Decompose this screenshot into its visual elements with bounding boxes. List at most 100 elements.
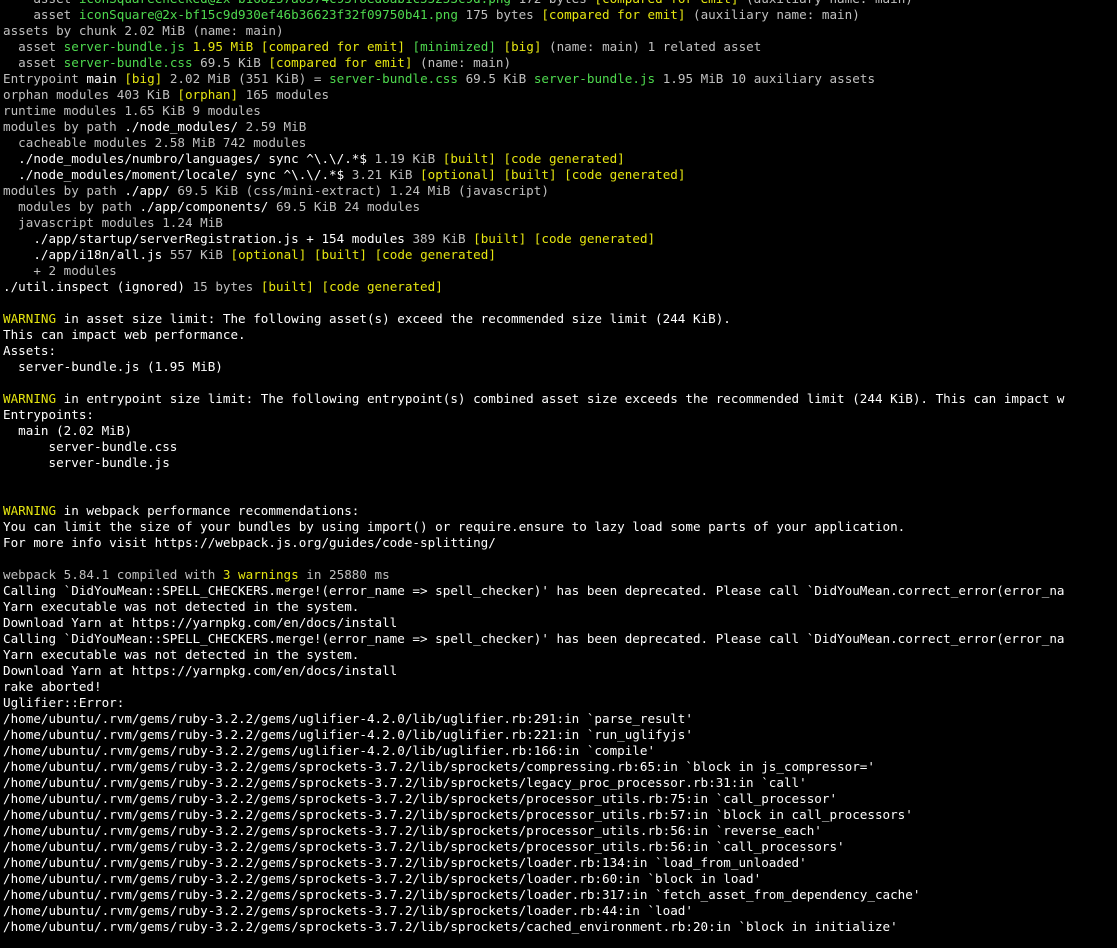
- terminal-text: server-bundle.css: [63, 55, 193, 70]
- terminal-line: /home/ubuntu/.rvm/gems/ruby-3.2.2/gems/s…: [3, 839, 1117, 855]
- terminal-line: /home/ubuntu/.rvm/gems/ruby-3.2.2/gems/u…: [3, 711, 1117, 727]
- terminal-text: ./node_modules/numbro/languages/ sync ^\…: [18, 151, 367, 166]
- terminal-line: assets by chunk 2.02 MiB (name: main): [3, 23, 1117, 39]
- terminal-text: javascript modules 1.24 MiB: [3, 215, 223, 230]
- terminal-text: Calling `DidYouMean::SPELL_CHECKERS.merg…: [3, 583, 1065, 598]
- terminal-line: For more info visit https://webpack.js.o…: [3, 535, 1117, 551]
- terminal-output[interactable]: asset iconSquareChecked@2x-b168257a0574c…: [3, 0, 1117, 935]
- terminal-line: ./node_modules/moment/locale/ sync ^\.\/…: [3, 167, 1117, 183]
- terminal-text: [code generated]: [533, 231, 656, 246]
- terminal-text: 165 modules: [238, 87, 330, 102]
- terminal-text: 1.19 KiB: [366, 151, 443, 166]
- terminal-text: For more info visit https://webpack.js.o…: [3, 535, 496, 550]
- terminal-line: runtime modules 1.65 KiB 9 modules: [3, 103, 1117, 119]
- terminal-text: server-bundle.js (1.95 MiB): [3, 359, 223, 374]
- terminal-text: in webpack performance recommendations:: [56, 503, 360, 518]
- terminal-text: rake aborted!: [3, 679, 102, 694]
- terminal-line: server-bundle.js (1.95 MiB): [3, 359, 1117, 375]
- terminal-text: /home/ubuntu/.rvm/gems/ruby-3.2.2/gems/s…: [3, 807, 913, 822]
- terminal-line: Calling `DidYouMean::SPELL_CHECKERS.merg…: [3, 631, 1117, 647]
- terminal-line: Download Yarn at https://yarnpkg.com/en/…: [3, 615, 1117, 631]
- terminal-text: modules by path: [3, 183, 125, 198]
- terminal-line: modules by path ./node_modules/ 2.59 MiB: [3, 119, 1117, 135]
- terminal-text: Yarn executable was not detected in the …: [3, 647, 360, 662]
- terminal-text: webpack 5.84.1 compiled with: [3, 567, 223, 582]
- terminal-text: /home/ubuntu/.rvm/gems/ruby-3.2.2/gems/s…: [3, 759, 875, 774]
- terminal-text: in entrypoint size limit: The following …: [56, 391, 1065, 406]
- terminal-text: asset: [3, 7, 79, 22]
- terminal-text: [optional]: [230, 247, 307, 262]
- terminal-line: WARNING in entrypoint size limit: The fo…: [3, 391, 1117, 407]
- terminal-text: ./node_modules/: [124, 119, 239, 134]
- terminal-line: + 2 modules: [3, 263, 1117, 279]
- terminal-line: /home/ubuntu/.rvm/gems/ruby-3.2.2/gems/u…: [3, 727, 1117, 743]
- terminal-text: in 25880 ms: [298, 567, 390, 582]
- terminal-text: /home/ubuntu/.rvm/gems/ruby-3.2.2/gems/s…: [3, 823, 822, 838]
- terminal-line: /home/ubuntu/.rvm/gems/ruby-3.2.2/gems/s…: [3, 775, 1117, 791]
- terminal-text: This can impact web performance.: [3, 327, 246, 342]
- terminal-line: /home/ubuntu/.rvm/gems/ruby-3.2.2/gems/u…: [3, 743, 1117, 759]
- terminal-text: 69.5 KiB (css/mini-extract) 1.24 MiB (ja…: [169, 183, 549, 198]
- terminal-text: [compared for emit]: [268, 55, 413, 70]
- terminal-text: Assets:: [3, 343, 57, 358]
- terminal-text: asset: [3, 0, 79, 6]
- terminal-line: main (2.02 MiB): [3, 423, 1117, 439]
- terminal-text: 3 warnings: [222, 567, 299, 582]
- terminal-text: server-bundle.js: [533, 71, 656, 86]
- terminal-text: You can limit the size of your bundles b…: [3, 519, 906, 534]
- terminal-text: iconSquare@2x-bf15c9d930ef46b36623f32f09…: [78, 7, 458, 22]
- terminal-line: /home/ubuntu/.rvm/gems/ruby-3.2.2/gems/s…: [3, 823, 1117, 839]
- terminal-text: [optional]: [420, 167, 496, 182]
- terminal-text: [minimized]: [412, 39, 496, 54]
- terminal-text: WARNING: [3, 503, 57, 518]
- terminal-text: /home/ubuntu/.rvm/gems/ruby-3.2.2/gems/s…: [3, 887, 921, 902]
- terminal-text: /home/ubuntu/.rvm/gems/ruby-3.2.2/gems/u…: [3, 727, 693, 742]
- terminal-line: WARNING in webpack performance recommend…: [3, 503, 1117, 519]
- terminal-text: /home/ubuntu/.rvm/gems/ruby-3.2.2/gems/s…: [3, 919, 898, 934]
- terminal-line: You can limit the size of your bundles b…: [3, 519, 1117, 535]
- terminal-text: iconSquareChecked@2x-b168257a0574c95f8ed…: [79, 0, 511, 6]
- terminal-line: cacheable modules 2.58 MiB 742 modules: [3, 135, 1117, 151]
- terminal-line: /home/ubuntu/.rvm/gems/ruby-3.2.2/gems/s…: [3, 791, 1117, 807]
- terminal-text: 175 bytes: [457, 7, 542, 22]
- terminal-line: Uglifier::Error:: [3, 695, 1117, 711]
- terminal-text: 389 KiB: [404, 231, 474, 246]
- terminal-text: /home/ubuntu/.rvm/gems/ruby-3.2.2/gems/u…: [3, 743, 656, 758]
- terminal-text: Calling `DidYouMean::SPELL_CHECKERS.merg…: [3, 631, 1065, 646]
- terminal-line: Calling `DidYouMean::SPELL_CHECKERS.merg…: [3, 583, 1117, 599]
- terminal-text: modules by path: [3, 119, 125, 134]
- terminal-line: javascript modules 1.24 MiB: [3, 215, 1117, 231]
- terminal-text: 15 bytes: [184, 279, 261, 294]
- terminal-text: modules by path: [3, 199, 140, 214]
- terminal-line: /home/ubuntu/.rvm/gems/ruby-3.2.2/gems/s…: [3, 887, 1117, 903]
- terminal-line: Download Yarn at https://yarnpkg.com/en/…: [3, 663, 1117, 679]
- terminal-text: [code generated]: [374, 247, 496, 262]
- terminal-line: WARNING in asset size limit: The followi…: [3, 311, 1117, 327]
- terminal-text: 69.5 KiB 24 modules: [268, 199, 421, 214]
- terminal-text: 2.59 MiB: [238, 119, 307, 134]
- terminal-line: ./app/i18n/all.js 557 KiB [optional] [bu…: [3, 247, 1117, 263]
- terminal-text: Entrypoint: [3, 71, 87, 86]
- terminal-text: 69.5 KiB: [457, 71, 534, 86]
- terminal-text: [built]: [260, 279, 314, 294]
- terminal-text: WARNING: [3, 391, 57, 406]
- terminal-text: in asset size limit: The following asset…: [56, 311, 731, 326]
- terminal-text: 3.21 KiB: [344, 167, 421, 182]
- terminal-line: asset iconSquare@2x-bf15c9d930ef46b36623…: [3, 7, 1117, 23]
- terminal-line: orphan modules 403 KiB [orphan] 165 modu…: [3, 87, 1117, 103]
- terminal-text: (name: main): [412, 55, 512, 70]
- terminal-text: [orphan]: [177, 87, 239, 102]
- terminal-text: 1.95 MiB 10 auxiliary assets: [655, 71, 876, 86]
- terminal-text: /home/ubuntu/.rvm/gems/ruby-3.2.2/gems/s…: [3, 839, 845, 854]
